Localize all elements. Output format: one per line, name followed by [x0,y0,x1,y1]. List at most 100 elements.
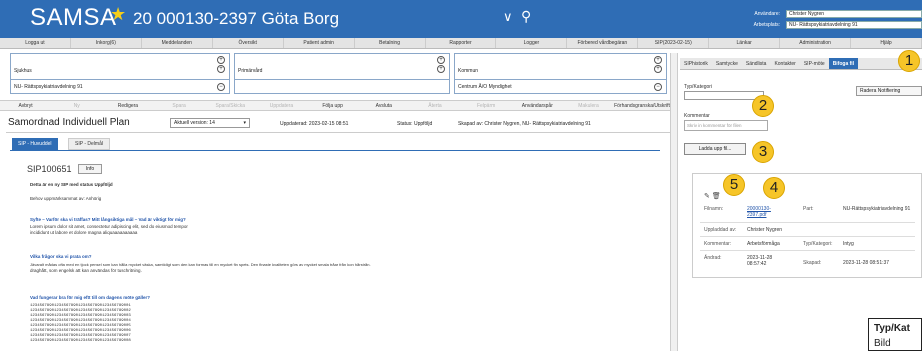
sip-id: SIP100651 [27,164,72,174]
favorite-star-icon[interactable]: ★ [110,4,126,25]
menu-item-messages[interactable]: Meddelanden [142,38,213,48]
edit-icon[interactable]: ✎ [704,193,710,200]
tab-sip-history[interactable]: SIPhistorik [680,58,712,69]
panel-splitter[interactable] [670,53,678,351]
filename-key: Filnamn: [704,206,724,212]
workplace-label: Arbetsplats: [753,22,780,28]
tab-consent[interactable]: Samtycke [712,58,742,69]
annotation-badge-5: 5 [723,174,745,196]
divider [235,79,449,80]
tooltip-header: Typ/Kat [874,323,910,334]
uploaded-by-key: Uppladdad av: [704,227,737,233]
delete-notification-button[interactable]: Radera Notifiering [856,86,922,96]
trash-icon[interactable]: 🗑 [712,193,721,200]
menu-item-help[interactable]: Hjälp [851,38,922,48]
menu-item-logout[interactable]: Logga ut [0,38,71,48]
uploaded-by-value: Christer Nygren [747,227,783,233]
menu-item-patient-admin[interactable]: Patient admin [284,38,355,48]
divider [10,150,660,151]
doc-text: incididunt ut labore et dolore magna ali… [30,230,138,235]
version-select[interactable]: Aktuell version: 14 ▾ [170,118,250,128]
user-label: Användare: [754,11,780,17]
changed-key: Ändrad: [704,255,722,261]
comment-input[interactable]: Skriv in kommentar för filen [684,120,768,131]
care-box-hospital: Sjukhus NU- Rättspsykiatriavdelning 91 +… [10,53,230,94]
comment-key: Kommentar: [704,241,732,247]
type-key: Typ/Kategori: [803,241,833,247]
doc-status-line: Detta är en ny SIP med status Uppföljd [30,182,113,187]
add-icon[interactable]: + [437,56,445,64]
app-header: SAMSA ★ 20 000130-2397 Göta Borg ∨ ⚲ Anv… [0,0,922,38]
doc-text: Lorem ipsum dolor sit amet, consectetur … [30,224,188,229]
menu-item-logs[interactable]: Logger [496,38,568,48]
print-preview-button[interactable]: Förhandsgranska/Utskrift [614,101,670,110]
menu-item-reports[interactable]: Rapporter [426,38,497,48]
care-box-primary: Primärvård + + [234,53,450,94]
tab-attach-file[interactable]: Bifoga fil [828,58,859,69]
menu-item-overview[interactable]: Översikt [213,38,284,48]
menu-item-care-request[interactable]: Förbered vårdbegäran [567,38,639,48]
menu-item-inbox[interactable]: Inkorg(6) [71,38,142,48]
created-key: Skapad: [803,260,822,266]
user-trace-button[interactable]: Användarspår [512,101,563,110]
add-icon[interactable]: + [654,65,662,73]
tab-sip-meeting[interactable]: SIP-möte [800,58,829,69]
doc-heading-purpose: Syfte – Varför ska vi träffas? Mitt lång… [30,217,186,222]
type-category-select[interactable] [684,91,764,100]
menu-item-links[interactable]: Länkar [709,38,781,48]
add-icon[interactable]: + [437,65,445,73]
remove-icon[interactable]: − [654,83,662,91]
update-button: Uppdatera [269,103,294,109]
tab-contacts[interactable]: Kontakter [770,58,799,69]
status-text: Status: Uppföljd [397,121,433,127]
part-key: Part: [803,206,814,212]
menu-item-payment[interactable]: Betalning [355,38,426,48]
doc-need-line: Behov uppmärksammat av: Anhörig [30,196,102,201]
annotation-badge-3: 3 [752,141,774,163]
workplace-select[interactable]: NU- Rättspsykiatriavdelning 91 [786,21,922,29]
doc-text: Jävaralt mådas ofta med en tjock pensel … [30,262,371,267]
follow-up-button[interactable]: Följa upp [307,101,358,110]
divider [11,79,229,80]
care-box-title: Kommun [458,68,479,74]
add-icon[interactable]: + [217,56,225,64]
save-button: Spara [172,103,186,109]
menu-item-sip[interactable]: SIP(2023-02-15) [638,38,710,48]
tooltip-value: Bild [874,338,891,349]
add-icon[interactable]: + [217,65,225,73]
info-button[interactable]: Info [78,164,102,174]
upload-file-button[interactable]: Ladda upp fil... [684,143,746,155]
cancel-button[interactable]: Avbryt [0,101,51,110]
save-send-button: Spara/Skicka [215,103,245,109]
filename-link[interactable]: 20000130-2397.pdf [747,206,781,218]
search-icon[interactable]: ⚲ [521,8,531,25]
edit-button[interactable]: Redigera [102,101,153,110]
care-box-value: Centrum Å/O Myndighet [458,84,512,90]
page-title: Samordnad Individuell Plan [8,117,130,128]
remove-icon[interactable]: − [217,83,225,91]
type-category-label: Typ/Kategori [684,84,713,90]
add-icon[interactable]: + [654,56,662,64]
main-menu: Logga ut Inkorg(6) Meddelanden Översikt … [0,38,922,49]
doc-rows: 1234567890123456789012345678901234567890… [30,304,131,344]
menu-item-administration[interactable]: Administration [780,38,852,48]
chevron-down-icon[interactable]: ∨ [503,9,513,25]
annotation-badge-2: 2 [752,95,774,117]
divider [700,222,915,223]
user-select[interactable]: Christer Nygren [786,10,922,18]
close-plan-button[interactable]: Avsluta [358,101,409,110]
doc-heading-questions: Vilka frågor ska vi prata om? [30,254,92,259]
app-logo: SAMSA [30,4,117,31]
retract-button: Återta [428,103,442,109]
annotation-badge-4: 4 [763,177,785,199]
type-value: Intyg [843,241,854,247]
patient-title: 20 000130-2397 Göta Borg [133,9,340,28]
doc-heading-works-well: Vad fungerar bra för mig eftt till om da… [30,295,151,300]
action-bar: Avbryt Ny Redigera Spara Spara/Skicka Up… [0,100,670,111]
tab-main-part[interactable]: SIP - Huvuddel [12,138,58,150]
care-box-title: Primärvård [238,68,263,74]
part-value: NU-Rättspsykiatriavdelning 91 [843,206,911,212]
divider [700,236,915,237]
tab-sub-goals[interactable]: SIP - Delmål [68,138,110,150]
tab-send-list[interactable]: Sändlista [742,58,771,69]
